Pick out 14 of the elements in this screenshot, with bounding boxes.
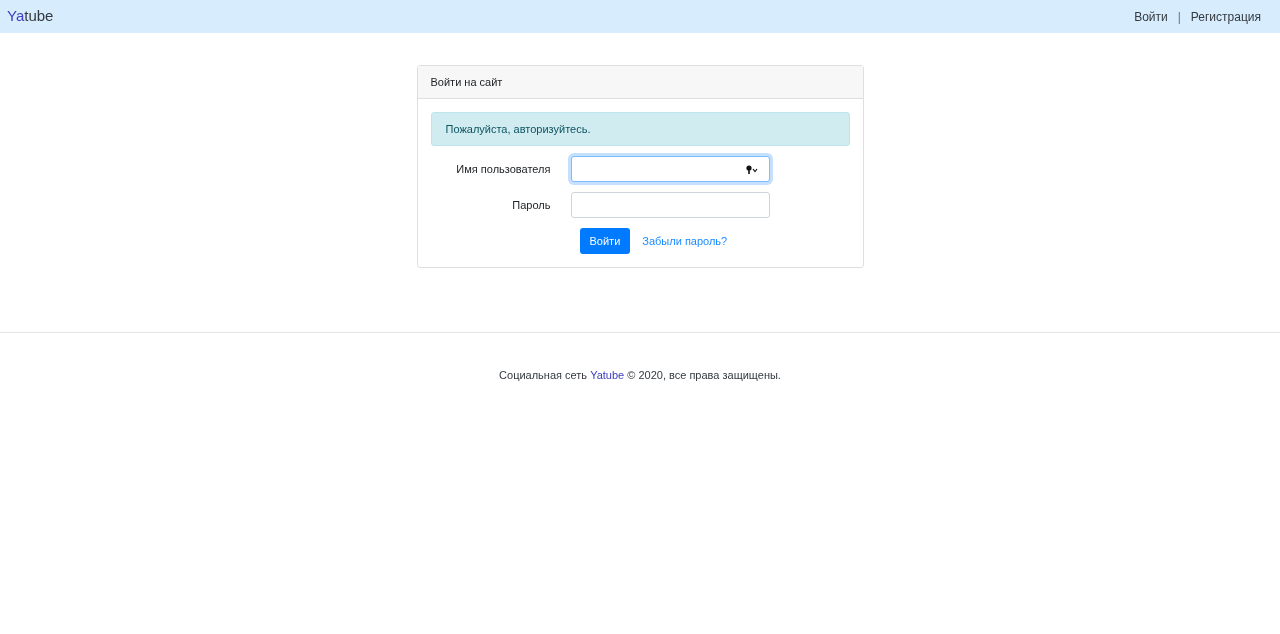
key-dropdown-icon[interactable] bbox=[745, 164, 759, 174]
field-label: Пароль bbox=[511, 197, 552, 213]
login-button[interactable]: Войти bbox=[579, 228, 631, 254]
brand-logo[interactable]: Yatube bbox=[7, 5, 54, 28]
footer-copyright-text: Социальная сеть Yatube © 2020, все права защищены. bbox=[499, 368, 781, 383]
field-label: Имя пользователя bbox=[455, 161, 552, 177]
nav-separator: | bbox=[1176, 8, 1182, 26]
forgot-password-link[interactable]: Забыли пароль? bbox=[642, 232, 728, 250]
password-input-field[interactable] bbox=[570, 192, 770, 218]
nav-link[interactable]: Регистрация bbox=[1190, 7, 1261, 26]
alert-text: Пожалуйста, авторизуйтесь. bbox=[445, 121, 591, 137]
username-input-field[interactable] bbox=[570, 156, 770, 182]
nav-link[interactable]: Войти bbox=[1134, 7, 1168, 26]
card-title: Войти на сайт bbox=[430, 74, 503, 90]
